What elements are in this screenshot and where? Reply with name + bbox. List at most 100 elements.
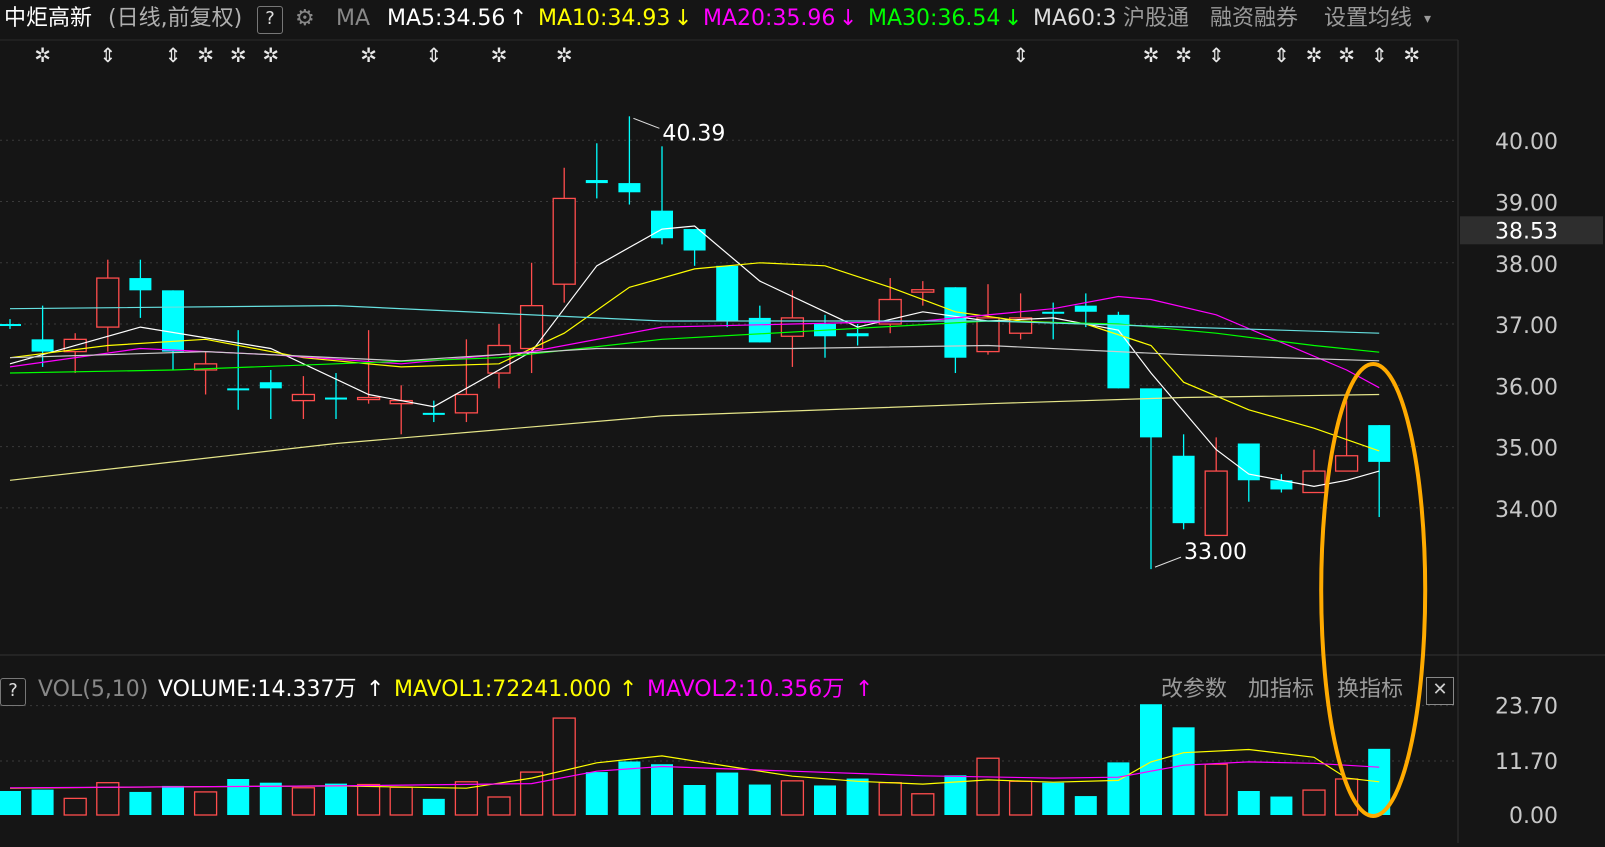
ma30-down-arrow-icon: ↓ [1004, 6, 1023, 31]
event-marker-star: ✲ [1403, 43, 1420, 67]
low-annotation-label: 33.00 [1184, 540, 1247, 565]
volume-bar [422, 798, 445, 815]
candle-body [1368, 425, 1391, 462]
candle-body [552, 197, 576, 285]
current-price-label: 38.53 [1495, 219, 1558, 244]
candle-body [1334, 455, 1359, 472]
candle-body [911, 289, 935, 293]
candle-body [454, 393, 479, 414]
candle-body [227, 388, 250, 391]
volume-tick-label: 11.70 [1495, 750, 1558, 775]
volume-bar [31, 789, 54, 815]
volume-bar [585, 772, 608, 815]
price-tick-label: 38.00 [1495, 253, 1558, 278]
volume-bar [1302, 789, 1326, 816]
event-marker-star: ✲ [1306, 43, 1323, 67]
ma20-value: MA20:35.96 [703, 6, 836, 31]
event-marker-updown: ⇕ [1371, 43, 1388, 67]
gear-icon[interactable]: ⚙ [295, 0, 315, 38]
ma10-down-arrow-icon: ↓ [674, 6, 693, 31]
ma30-value: MA30:36.54 [868, 6, 1001, 31]
candle-body [1140, 388, 1162, 438]
help-button[interactable]: ? [257, 6, 283, 34]
ma-line-ma60 [9, 344, 1380, 362]
volume-bar [356, 783, 381, 816]
event-marker-star: ✲ [262, 43, 279, 67]
ma-line-ma10 [9, 262, 1380, 452]
kline-chart-area[interactable]: 40.00 39.00 38.00 37.00 36.00 35.00 34.00 38.53… [0, 0, 1605, 843]
mavol2-up-arrow-icon: ↑ [855, 677, 874, 702]
volume-bar [227, 779, 250, 815]
event-marker-updown: ⇕ [1208, 43, 1225, 67]
event-marker-star: ✲ [1338, 43, 1355, 67]
vol-indicator-label: VOL(5,10) [38, 677, 149, 702]
candle-body [1042, 311, 1065, 314]
ma60-value: MA60:3 [1033, 6, 1117, 31]
price-tick-label: 35.00 [1495, 437, 1558, 462]
volume-bar [259, 782, 282, 815]
event-marker-updown: ⇕ [99, 43, 116, 67]
candle-body [1204, 470, 1228, 537]
event-marker-star: ✲ [1175, 43, 1192, 67]
ma-line-ma20 [9, 295, 1380, 389]
set-ma-caret-icon[interactable]: ▾ [1424, 0, 1431, 38]
volume-bar [1270, 796, 1293, 815]
volume-bar [291, 787, 316, 816]
candle-body [325, 397, 347, 400]
candle-body [487, 344, 511, 374]
set-ma-button[interactable]: 设置均线 [1324, 0, 1412, 38]
event-marker-star: ✲ [34, 43, 51, 67]
candle-body [878, 298, 902, 325]
price-tick-label: 37.00 [1495, 314, 1558, 339]
high-annotation-arrow [633, 117, 660, 129]
volume-bar [325, 783, 347, 815]
volume-bar [1042, 782, 1065, 815]
margin-trading-button[interactable]: 融资融券 [1210, 0, 1298, 38]
chart-canvas[interactable]: 40.00 39.00 38.00 37.00 36.00 35.00 34.00 38.53… [0, 0, 1605, 843]
candle-body [1237, 443, 1260, 481]
volume-help-button[interactable]: ? [0, 678, 26, 706]
volume-bar [552, 717, 576, 816]
hsgt-button[interactable]: 沪股通 [1123, 0, 1189, 38]
volume-bar [129, 791, 152, 815]
mavol1-up-arrow-icon: ↑ [619, 677, 638, 702]
stock-name[interactable]: 中炬高新 [4, 0, 92, 38]
candle-body [618, 183, 641, 193]
candle-body [585, 180, 608, 184]
volume-bar [1237, 791, 1260, 815]
volume-bar [1172, 727, 1195, 815]
volume-up-arrow-icon: ↑ [366, 677, 385, 702]
volume-bar [0, 791, 21, 815]
volume-bar [911, 793, 935, 816]
event-marker-updown: ⇕ [165, 43, 182, 67]
add-indicator-button[interactable]: 加指标 [1248, 672, 1314, 708]
ma-label: MA [336, 6, 371, 31]
candle-body [0, 324, 21, 327]
candle-body [422, 412, 445, 415]
candle-body [31, 339, 54, 352]
volume-bar [193, 791, 218, 816]
switch-indicator-button[interactable]: 换指标 [1337, 672, 1403, 708]
ma5-up-arrow-icon: ↑ [509, 6, 528, 31]
volume-bar [487, 796, 511, 816]
candle-body [129, 278, 152, 291]
period-label[interactable]: (日线,前复权) [108, 0, 242, 38]
candle-body [1302, 470, 1326, 494]
edit-params-button[interactable]: 改参数 [1161, 672, 1227, 708]
volume-bar [162, 785, 184, 815]
volume-bar [1107, 762, 1130, 815]
close-icon[interactable]: ✕ [1426, 677, 1454, 705]
volume-tick-label: 0.00 [1509, 804, 1558, 829]
volume-bar [1074, 796, 1097, 815]
volume-bar [1204, 763, 1228, 816]
candle-body [356, 396, 381, 401]
volume-bar [651, 764, 673, 815]
volume-bar [63, 797, 87, 816]
candle-body [976, 317, 1000, 353]
event-marker-updown: ⇕ [1012, 43, 1029, 67]
ma20-down-arrow-icon: ↓ [839, 6, 858, 31]
volume-bar [683, 785, 706, 815]
candle-body [716, 265, 739, 321]
price-tick-label: 39.00 [1495, 191, 1558, 216]
candle-body [846, 333, 869, 337]
